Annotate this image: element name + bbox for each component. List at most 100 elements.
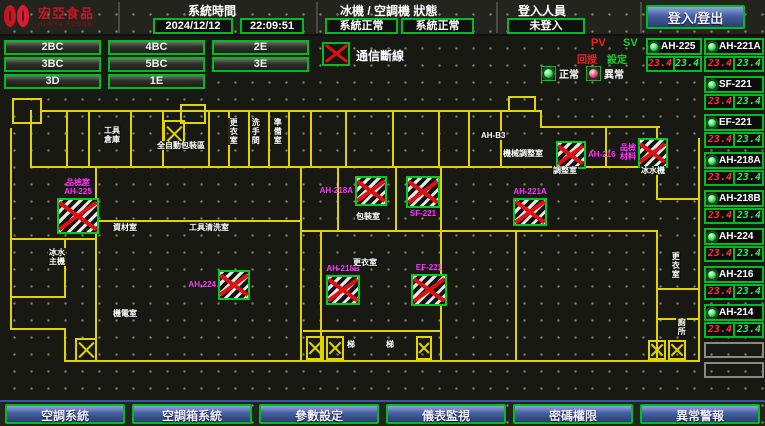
plan-wall: [302, 230, 658, 232]
plan-stairwell-box: [508, 96, 536, 112]
equipment-ef-221[interactable]: EF-221: [704, 114, 764, 131]
plan-wall: [300, 166, 302, 362]
room-label: 全自動包裝區: [156, 141, 206, 150]
sv-value: 23.4: [734, 322, 764, 338]
plan-unit-ah-218a[interactable]: [355, 176, 387, 206]
nav-button-6[interactable]: 異常警報: [640, 404, 760, 424]
pv-header-label: PV: [591, 37, 606, 49]
equipment-empty-slot: [704, 362, 764, 378]
room-label: 更衣室: [670, 252, 681, 279]
plan-wall: [208, 112, 210, 166]
equipment-ah-214[interactable]: AH-214: [704, 304, 764, 321]
plan-wall: [658, 288, 698, 290]
plan-unit-ah-218b[interactable]: [326, 275, 360, 305]
nav-button-1[interactable]: 空調系統: [5, 404, 125, 424]
header-divider: [118, 2, 120, 33]
room-label: 機電室: [112, 309, 138, 318]
abnormal-lamp-icon: [586, 66, 601, 81]
floor-button-3e[interactable]: 3E: [212, 57, 309, 72]
nav-button-2[interactable]: 空調箱系統: [132, 404, 252, 424]
equipment-values-ah-218a: 23.423.4: [704, 170, 764, 186]
status-lamp-icon: [707, 80, 717, 90]
equipment-values-ef-221: 23.423.4: [704, 132, 764, 148]
plan-unit-ah-224[interactable]: [218, 270, 250, 300]
equipment-ah-218a[interactable]: AH-218A: [704, 152, 764, 169]
comm-loss-icon: [322, 42, 350, 66]
plan-unit-sf-221[interactable]: [406, 176, 440, 208]
equipment-ah-221a[interactable]: AH-221A: [704, 38, 764, 55]
plan-wall: [64, 238, 66, 298]
header-bar: 宏亞食品 HUNYA FOODS 系統時間 2024/12/12 22:09:5…: [0, 0, 765, 36]
room-label: AH-B3: [480, 131, 506, 140]
system-date-value: 2024/12/12: [153, 18, 233, 34]
plan-wall: [468, 112, 470, 166]
equipment-empty-slot: [704, 342, 764, 358]
floor-button-2bc[interactable]: 2BC: [4, 40, 101, 55]
stair-elevator-icon: [306, 336, 324, 360]
status-lamp-icon: [707, 232, 717, 242]
room-label: 冰水 主機: [48, 248, 66, 266]
floor-button-3bc[interactable]: 3BC: [4, 57, 101, 72]
plan-wall: [345, 112, 347, 166]
room-label: 洗手間: [250, 118, 261, 145]
floor-button-5bc[interactable]: 5BC: [108, 57, 205, 72]
plan-wall: [88, 112, 90, 166]
plan-unit-label: AH-224: [174, 280, 216, 289]
plan-unit-ah-225[interactable]: [57, 198, 99, 234]
plan-wall: [656, 198, 700, 200]
room-label: 機械調整室: [502, 149, 544, 158]
equipment-name: AH-225: [661, 41, 695, 52]
plan-wall: [64, 328, 66, 362]
stair-elevator-icon: [416, 336, 432, 360]
system-time-label: 系統時間: [188, 2, 236, 19]
equipment-ah-225[interactable]: AH-225: [646, 38, 702, 55]
plan-wall: [698, 138, 700, 362]
header-divider: [316, 2, 318, 33]
room-label: 廁所: [676, 318, 687, 336]
plan-unit-label: AH-221A: [503, 187, 557, 196]
plan-unit-ah-221a[interactable]: [513, 198, 547, 226]
floor-button-3d[interactable]: 3D: [4, 74, 101, 89]
equipment-name: AH-224: [719, 231, 753, 242]
equipment-ah-216[interactable]: AH-216: [704, 266, 764, 283]
room-label: 梯: [346, 340, 356, 349]
pv-value: 23.4: [704, 208, 734, 224]
plan-unit-ah-216[interactable]: [556, 141, 586, 169]
equipment-ah-224[interactable]: AH-224: [704, 228, 764, 245]
nav-bar: 空調系統空調箱系統參數設定儀表監視密碼權限異常警報: [0, 400, 765, 426]
login-logout-button[interactable]: 登入/登出: [646, 5, 745, 29]
nav-button-5[interactable]: 密碼權限: [513, 404, 633, 424]
pv-value: 23.4: [704, 56, 734, 72]
plan-wall: [392, 112, 394, 166]
plan-wall: [130, 112, 132, 166]
nav-button-4[interactable]: 儀表監視: [386, 404, 506, 424]
equipment-name: AH-218B: [719, 193, 761, 204]
room-label: 冰水機: [640, 166, 666, 175]
brand-name: 宏亞食品: [38, 7, 94, 20]
floor-button-2e[interactable]: 2E: [212, 40, 309, 55]
sv-value: 23.4: [734, 246, 764, 262]
equipment-values-ah-224: 23.423.4: [704, 246, 764, 262]
plan-unit-unit-material[interactable]: [638, 138, 668, 168]
equipment-ah-218b[interactable]: AH-218B: [704, 190, 764, 207]
room-label: 更衣室: [352, 258, 378, 267]
pv-value: 23.4: [704, 132, 734, 148]
plan-unit-label: SF-221: [396, 209, 450, 218]
sv-value: 23.4: [734, 170, 764, 186]
system-time-value: 22:09:51: [240, 18, 304, 34]
equipment-values-ah-225: 23.423.4: [646, 56, 702, 72]
plan-unit-label: 品檢 材料: [594, 143, 636, 161]
plan-wall: [337, 166, 339, 232]
login-user-label: 登入人員: [518, 2, 566, 19]
plan-wall: [303, 330, 442, 332]
pv-value: 23.4: [646, 56, 674, 72]
nav-button-3[interactable]: 參數設定: [259, 404, 379, 424]
plan-wall: [438, 112, 440, 166]
floor-button-4bc[interactable]: 4BC: [108, 40, 205, 55]
floor-button-1e[interactable]: 1E: [108, 74, 205, 89]
header-divider: [496, 2, 498, 33]
equipment-sf-221[interactable]: SF-221: [704, 76, 764, 93]
room-label: 包裝室: [355, 212, 381, 221]
equipment-name: SF-221: [719, 79, 752, 90]
plan-unit-ef-221[interactable]: [411, 274, 447, 306]
